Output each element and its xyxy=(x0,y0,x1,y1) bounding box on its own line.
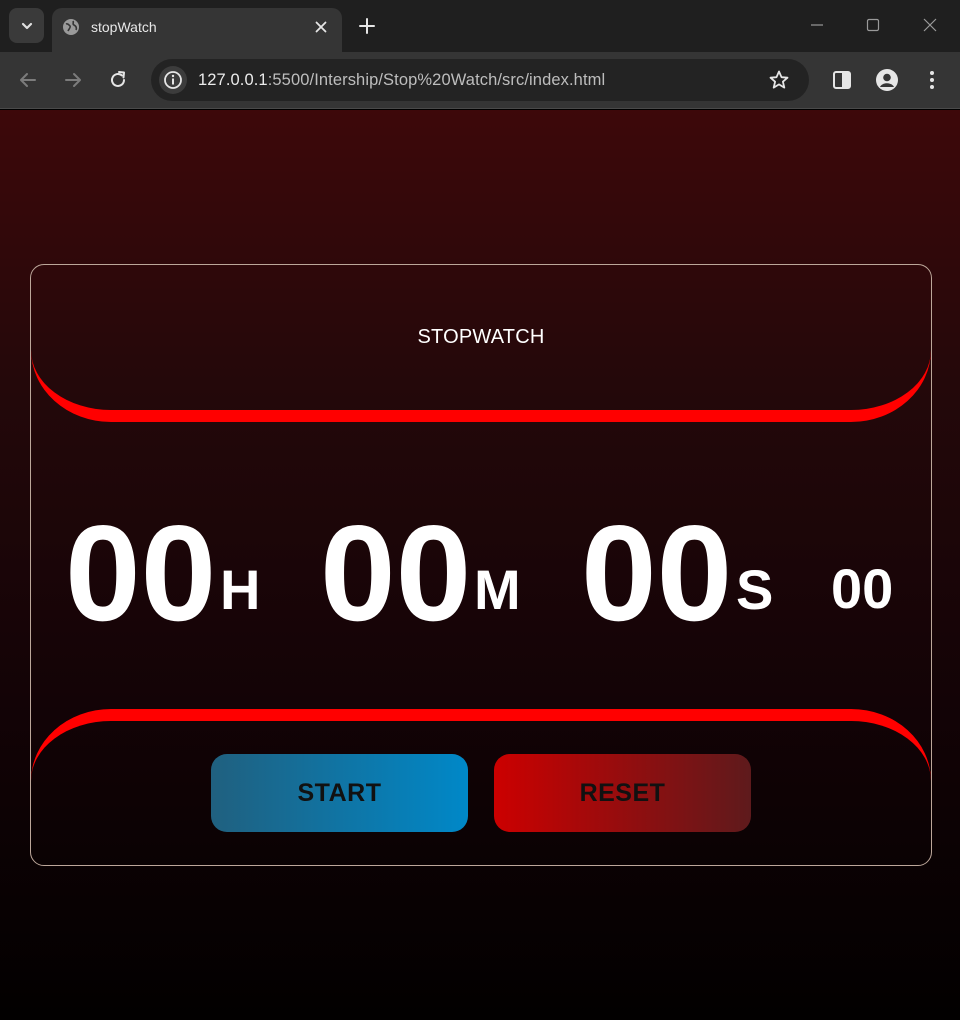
browser-tabstrip: stopWatch xyxy=(0,0,960,52)
side-panel-icon[interactable] xyxy=(830,68,854,92)
url-host: 127.0.0.1 xyxy=(198,71,268,89)
maximize-icon[interactable] xyxy=(864,16,882,34)
minutes-value: 00 xyxy=(320,497,472,649)
browser-toolbar: 127.0.0.1:5500/Intership/Stop%20Watch/sr… xyxy=(0,52,960,109)
seconds-value: 00 xyxy=(581,497,733,649)
start-button[interactable]: START xyxy=(211,754,468,832)
url-path: :5500/Intership/Stop%20Watch/src/index.h… xyxy=(267,71,606,89)
reload-icon[interactable] xyxy=(107,69,129,91)
back-arrow-icon[interactable] xyxy=(17,69,39,91)
window-close-icon[interactable] xyxy=(921,16,939,34)
bottom-arc-decoration xyxy=(31,709,931,865)
tab-search-button[interactable] xyxy=(9,8,44,43)
site-info-button[interactable] xyxy=(159,66,187,94)
minutes-unit: M xyxy=(474,558,521,621)
chevron-down-icon xyxy=(21,22,32,29)
forward-arrow-icon[interactable] xyxy=(62,69,84,91)
url-text: 127.0.0.1:5500/Intership/Stop%20Watch/sr… xyxy=(198,71,605,90)
browser-tab[interactable]: stopWatch xyxy=(52,8,342,52)
close-icon[interactable] xyxy=(312,18,330,36)
milliseconds-value: 00 xyxy=(831,557,894,620)
hours-unit: H xyxy=(220,558,261,621)
hours-value: 00 xyxy=(65,497,217,649)
globe-icon xyxy=(63,19,79,35)
address-bar[interactable]: 127.0.0.1:5500/Intership/Stop%20Watch/sr… xyxy=(151,59,809,101)
page-viewport: STOPWATCH 00 H 00 M 00 S 00 START RESET xyxy=(0,110,960,1020)
profile-avatar-icon[interactable] xyxy=(875,68,899,92)
kebab-menu-icon[interactable] xyxy=(920,68,944,92)
time-display: 00 H 00 M 00 S 00 xyxy=(31,495,931,641)
minimize-icon[interactable] xyxy=(808,16,826,34)
seconds-unit: S xyxy=(736,558,774,621)
info-icon xyxy=(164,71,182,89)
stopwatch-card: STOPWATCH 00 H 00 M 00 S 00 START RESET xyxy=(30,264,932,866)
reset-button[interactable]: RESET xyxy=(494,754,751,832)
bookmark-star-icon[interactable] xyxy=(768,69,790,91)
new-tab-icon[interactable] xyxy=(355,14,379,38)
tab-title: stopWatch xyxy=(91,19,157,35)
stopwatch-title: STOPWATCH xyxy=(417,326,545,348)
